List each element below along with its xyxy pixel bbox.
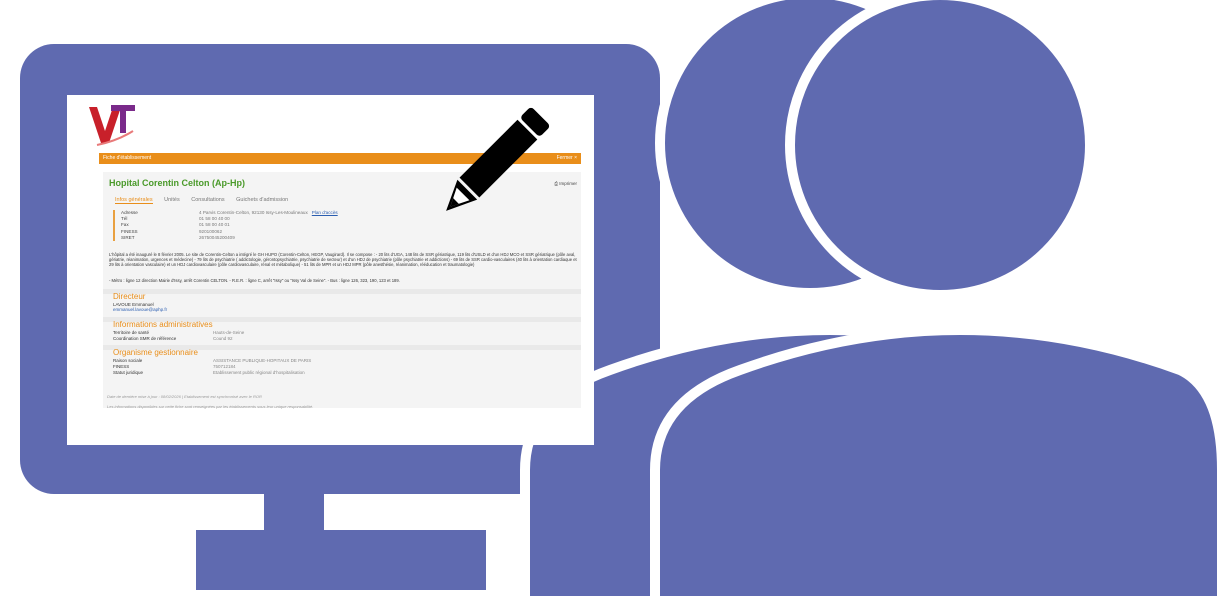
print-button[interactable]: ⎙ Imprimer (554, 181, 577, 186)
org-row: FINESS 750712184 (113, 364, 236, 369)
director-email[interactable]: emmanuel.lavoue@aphp.fr (113, 307, 167, 312)
admin-row: Territoire de santé Hauts-de-Seine (113, 330, 245, 335)
info-block: Adresse 4 Parvis Corentin-Celton, 92130 I… (113, 210, 421, 242)
hospital-card: Hopital Corentin Celton (Ap-Hp) ⎙ Imprim… (103, 172, 581, 408)
panel-header-bar: Fiche d'établissement Fermer × (99, 153, 581, 164)
logo (89, 105, 135, 146)
footer-disclaimer: Les informations disponibles sur cette f… (107, 404, 314, 409)
section-divider (103, 289, 581, 294)
tab-guichets[interactable]: Guichets d'admission (236, 197, 288, 203)
transport-text: - Métro : ligne 12 direction Mairie d'Is… (109, 278, 400, 283)
footer-update: Date de dernière mise à jour : 08/02/202… (107, 394, 262, 399)
tab-consultations[interactable]: Consultations (191, 197, 224, 203)
description-text: L'hôpital a été inauguré le 8 février 20… (109, 252, 577, 268)
org-heading: Organisme gestionnaire (113, 348, 198, 357)
org-row: Statut juridique Etablissement public rég… (113, 370, 305, 375)
monitor-screen: Fiche d'établissement Fermer × Hopital C… (67, 95, 594, 445)
admin-heading: Informations administratives (113, 320, 213, 329)
admin-row: Coordination SMR de référence Cound 92 (113, 336, 233, 341)
director-heading: Directeur (113, 292, 146, 301)
panel-title: Fiche d'établissement (103, 155, 152, 161)
hospital-title: Hopital Corentin Celton (Ap-Hp) (109, 178, 245, 188)
printer-icon: ⎙ (554, 181, 558, 186)
tabs: Infos générales Unités Consultations Gui… (115, 197, 298, 204)
org-row: Raison sociale ASSISTANCE PUBLIQUE-HOPITA… (113, 358, 312, 363)
info-row: SIRET 26750045200409 (121, 234, 235, 240)
tab-unites[interactable]: Unités (164, 197, 180, 203)
print-label: Imprimer (559, 181, 577, 186)
tab-infos-generales[interactable]: Infos générales (115, 197, 153, 204)
access-map-link[interactable]: Plan d'accès (312, 210, 338, 215)
close-button[interactable]: Fermer × (557, 153, 577, 164)
